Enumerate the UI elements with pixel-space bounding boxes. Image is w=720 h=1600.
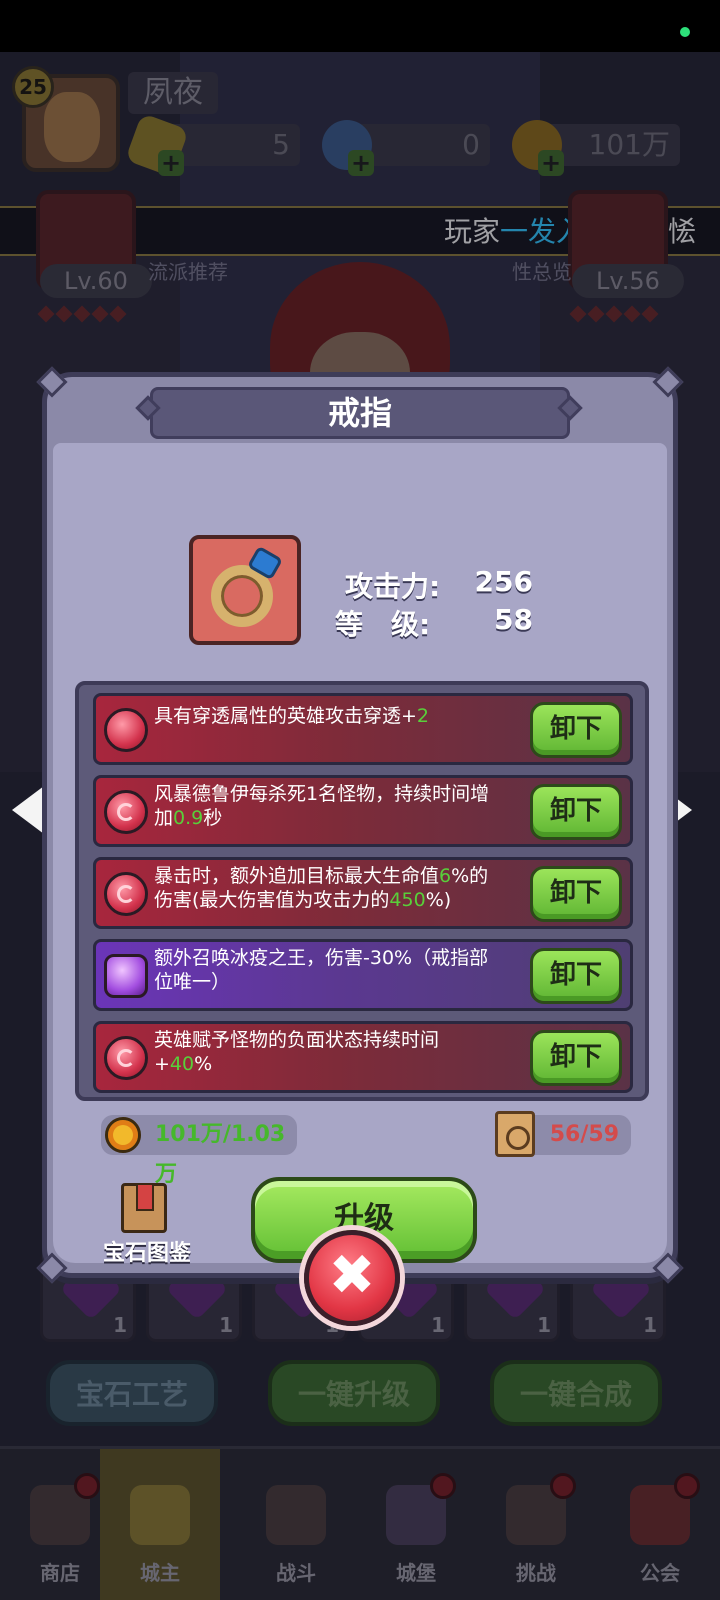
ring-detail-dialog: 戒指 攻击力: 256 等 级: 58 具有穿透属性的英雄攻击穿透+2 卸下 风…	[36, 366, 684, 1284]
unequip-button[interactable]: 卸下	[530, 702, 622, 758]
unequip-button[interactable]: 卸下	[530, 866, 622, 922]
upgrade-gold-cost: 101万/1.03万	[101, 1115, 297, 1187]
purple-gem-icon	[104, 954, 148, 998]
gem-socket-list: 具有穿透属性的英雄攻击穿透+2 卸下 风暴德鲁伊每杀死1名怪物，持续时间增加0.…	[75, 681, 649, 1101]
level-value: 58	[494, 603, 533, 636]
ring-item-frame	[189, 535, 301, 645]
attack-value: 256	[474, 565, 533, 598]
ring-scroll-icon	[495, 1111, 535, 1157]
scroll-cost-text: 56/59	[549, 1122, 619, 1147]
gem-book-icon[interactable]	[121, 1183, 167, 1233]
close-button[interactable]: ✖	[304, 1230, 400, 1326]
status-bar	[0, 0, 720, 52]
gem-book-label[interactable]: 宝石图鉴	[99, 1235, 195, 1267]
gem-row: 风暴德鲁伊每杀死1名怪物，持续时间增加0.9秒 卸下	[93, 775, 633, 847]
gem-effect-text: 额外召唤冰疫之王，伤害-30%（戒指部位唯一）	[154, 947, 489, 993]
gold-coin-icon	[105, 1117, 141, 1153]
red-gem-icon	[104, 708, 148, 752]
red-gem-icon	[104, 1036, 148, 1080]
gem-effect-text: 英雄赋予怪物的负面状态持续时间+40%	[154, 1029, 440, 1075]
gem-row: 具有穿透属性的英雄攻击穿透+2 卸下	[93, 693, 633, 765]
gem-effect-text: 具有穿透属性的英雄攻击穿透+2	[154, 705, 430, 727]
red-gem-icon	[104, 790, 148, 834]
red-gem-icon	[104, 872, 148, 916]
gem-row: 暴击时，额外追加目标最大生命值6%的伤害(最大伤害值为攻击力的450%) 卸下	[93, 857, 633, 929]
upgrade-scroll-cost: 56/59	[495, 1111, 631, 1157]
gem-row: 额外召唤冰疫之王，伤害-30%（戒指部位唯一） 卸下	[93, 939, 633, 1011]
unequip-button[interactable]: 卸下	[530, 948, 622, 1004]
dialog-body: 攻击力: 256 等 级: 58 具有穿透属性的英雄攻击穿透+2 卸下 风暴德鲁…	[53, 443, 667, 1266]
gem-effect-text: 暴击时，额外追加目标最大生命值6%的伤害(最大伤害值为攻击力的450%)	[154, 865, 489, 911]
unequip-button[interactable]: 卸下	[530, 1030, 622, 1086]
gem-row: 英雄赋予怪物的负面状态持续时间+40% 卸下	[93, 1021, 633, 1093]
dialog-title-bar: 戒指	[150, 387, 570, 439]
unequip-button[interactable]: 卸下	[530, 784, 622, 840]
status-indicator-icon	[680, 27, 690, 37]
dialog-title: 戒指	[327, 394, 392, 432]
gem-effect-text: 风暴德鲁伊每杀死1名怪物，持续时间增加0.9秒	[154, 783, 490, 829]
level-label: 等 级:	[335, 608, 431, 641]
attack-label: 攻击力:	[345, 570, 441, 603]
